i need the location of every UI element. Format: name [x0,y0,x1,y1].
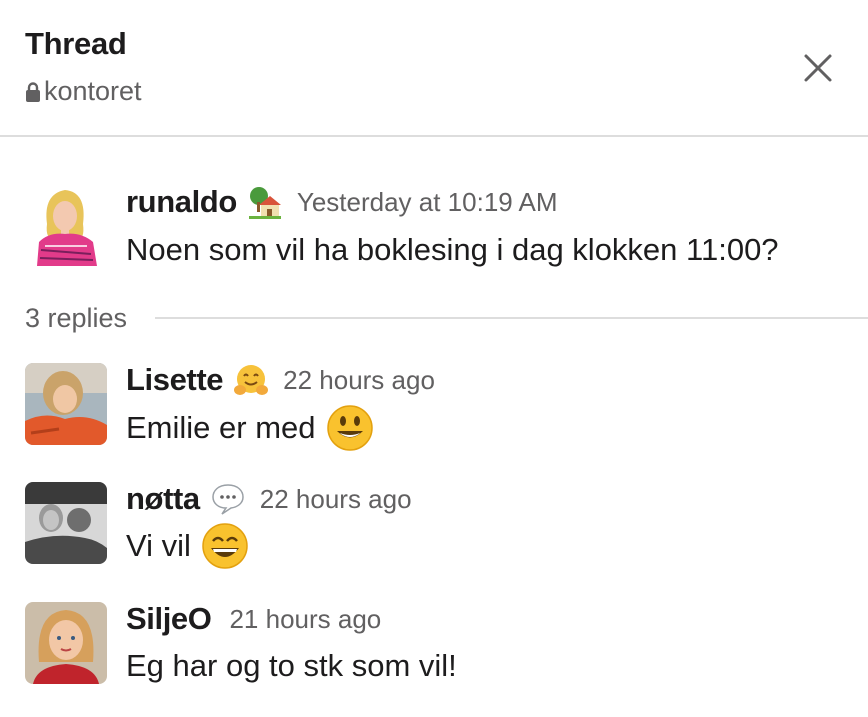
avatar[interactable] [25,482,107,564]
avatar-runaldo-image [25,184,107,266]
avatar[interactable] [25,184,107,266]
grinning-smile-icon [202,523,248,569]
channel-name: kontoret [44,76,142,106]
replies-count: 3 replies [25,302,128,333]
avatar-lisette-image [25,363,107,445]
close-button[interactable] [796,46,840,90]
message-author[interactable]: SiljeO [126,601,212,637]
message-timestamp[interactable]: 22 hours ago [260,484,412,515]
close-icon [804,54,832,82]
message-author[interactable]: Lisette [126,362,224,398]
lock-icon [26,81,40,102]
thread-title: Thread [25,26,127,61]
house-with-garden-icon [248,187,281,219]
message-timestamp[interactable]: 22 hours ago [283,365,435,396]
divider-line [155,317,868,319]
message-author[interactable]: runaldo [126,184,237,220]
message-text: Vi vil [126,528,191,563]
speech-balloon-icon [212,484,244,515]
replies-divider: 3 replies [25,300,868,336]
thread-header: Thread kontoret [0,0,868,137]
message-timestamp[interactable]: 21 hours ago [229,604,381,635]
channel-link[interactable]: kontoret [25,76,142,107]
message-author[interactable]: nøtta [126,481,200,517]
avatar[interactable] [25,602,107,684]
smiley-icon [326,405,373,451]
hugging-face-icon [234,365,269,395]
message-text: Noen som vil ha boklesing i dag klokken … [126,232,779,267]
message-text: Eg har og to stk som vil! [126,648,457,683]
avatar-siljeo-image [25,602,107,684]
message-timestamp[interactable]: Yesterday at 10:19 AM [297,187,558,218]
avatar[interactable] [25,363,107,445]
avatar-notta-image [25,482,107,564]
message-text: Emilie er med [126,410,316,445]
